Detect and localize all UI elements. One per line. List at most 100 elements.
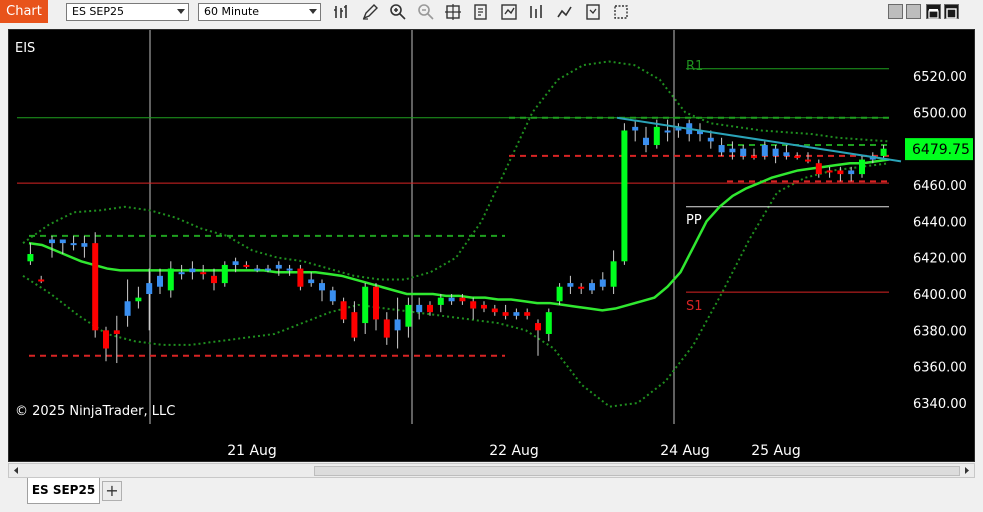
- price-axis-label: 6380.00: [913, 324, 967, 339]
- candle-body: [491, 308, 498, 313]
- last-price-marker: 6479.75: [905, 138, 973, 161]
- candle-body: [362, 286, 369, 324]
- candle-body: [254, 268, 261, 271]
- price-axis-label: 6460.00: [913, 179, 967, 194]
- candle-body: [859, 159, 865, 175]
- candle-body: [373, 286, 379, 320]
- chart-panel[interactable]: EIS © 2025 NinjaTrader, LLC R1 PP S1 652…: [8, 29, 975, 462]
- candle-body: [718, 145, 725, 153]
- candle-body: [232, 261, 239, 265]
- candle-body: [783, 152, 790, 156]
- candle-body: [405, 304, 412, 327]
- price-axis[interactable]: 6520.006500.006480.006460.006440.006420.…: [913, 70, 967, 412]
- strategies-icon[interactable]: [527, 2, 547, 22]
- scroll-left-icon[interactable]: [11, 464, 21, 477]
- candle-body: [653, 126, 660, 146]
- candle-body: [643, 137, 649, 146]
- candle-body: [707, 137, 714, 142]
- candle-body: [81, 243, 88, 247]
- candle-body: [545, 312, 552, 334]
- interval-value: 60 Minute: [204, 5, 260, 18]
- candle-body: [535, 323, 541, 331]
- restore-icon[interactable]: [888, 4, 903, 19]
- candle-body: [621, 130, 628, 262]
- candle-body: [502, 312, 509, 316]
- last-price-value: 6479.75: [912, 142, 970, 158]
- price-axis-label: 6520.00: [913, 70, 967, 85]
- pivot-r1-label: R1: [686, 59, 703, 74]
- candle-body: [275, 264, 282, 269]
- candle-body: [459, 297, 466, 302]
- chevron-down-icon: [177, 9, 185, 14]
- candle-body: [49, 239, 55, 244]
- candle-body: [265, 268, 271, 271]
- add-tab-button[interactable]: +: [102, 481, 122, 501]
- candle-body: [740, 148, 747, 156]
- indicators-icon[interactable]: [499, 2, 519, 22]
- candle-body: [38, 279, 45, 282]
- candle-body: [880, 148, 887, 156]
- pivot-s1-label: S1: [686, 299, 703, 314]
- candle-body: [297, 268, 304, 287]
- title-bar: Chart ES SEP25 60 Minute: [0, 0, 983, 24]
- draw-pencil-icon[interactable]: [360, 2, 380, 22]
- chart-trader-icon[interactable]: [555, 2, 575, 22]
- candle-body: [200, 272, 207, 275]
- candle-body: [524, 312, 531, 316]
- candle-body: [103, 330, 109, 349]
- candle-body: [146, 283, 153, 294]
- minimize-icon[interactable]: [906, 4, 921, 19]
- bar-type-icon[interactable]: [332, 2, 352, 22]
- candle-body: [340, 301, 347, 320]
- scrollbar-thumb[interactable]: [314, 466, 960, 476]
- candle-body: [59, 239, 66, 244]
- horizontal-scrollbar[interactable]: [8, 463, 975, 478]
- scroll-right-icon[interactable]: [962, 464, 972, 477]
- snapshot-icon[interactable]: [611, 2, 631, 22]
- price-axis-label: 6440.00: [913, 215, 967, 230]
- time-axis-label: 25 Aug: [751, 443, 801, 459]
- interval-selector[interactable]: 60 Minute: [198, 3, 321, 21]
- candle-body: [794, 155, 801, 158]
- tab-es-sep25[interactable]: ES SEP25: [27, 478, 100, 504]
- candle-body: [135, 297, 142, 302]
- candle-body: [729, 148, 736, 153]
- close-icon[interactable]: [944, 4, 959, 19]
- candle-body: [848, 170, 855, 175]
- data-box-icon[interactable]: [471, 2, 491, 22]
- properties-icon[interactable]: [583, 2, 603, 22]
- candle-body: [27, 254, 34, 262]
- chevron-down-icon: [309, 9, 317, 14]
- candle-body: [113, 330, 120, 334]
- price-axis-label: 6500.00: [913, 106, 967, 121]
- candle-body: [481, 304, 487, 309]
- price-axis-label: 6400.00: [913, 288, 967, 303]
- zoom-out-icon[interactable]: [416, 2, 436, 22]
- candle-body: [437, 297, 444, 305]
- candle-body: [513, 312, 520, 316]
- price-axis-label: 6420.00: [913, 252, 967, 267]
- candle-body: [837, 170, 844, 175]
- candle-body: [383, 319, 390, 338]
- candle-body: [189, 268, 196, 273]
- crosshair-icon[interactable]: [443, 2, 463, 22]
- candle-body: [567, 283, 574, 287]
- price-chart[interactable]: EIS © 2025 NinjaTrader, LLC R1 PP S1 652…: [9, 30, 976, 463]
- candle-body: [751, 155, 757, 158]
- time-axis[interactable]: 21 Aug 22 Aug 24 Aug 25 Aug: [227, 443, 801, 459]
- candle-body: [772, 148, 779, 156]
- window-label[interactable]: Chart: [0, 0, 48, 23]
- candle-body: [124, 301, 131, 316]
- candle-body: [157, 275, 163, 287]
- zoom-in-icon[interactable]: [388, 2, 408, 22]
- candle-body: [578, 286, 585, 289]
- instrument-selector[interactable]: ES SEP25: [66, 3, 189, 21]
- candle-body: [329, 290, 336, 302]
- price-axis-label: 6340.00: [913, 397, 967, 412]
- candle-body: [416, 304, 423, 313]
- candle-body: [556, 286, 563, 302]
- candle-body: [286, 268, 293, 271]
- maximize-icon[interactable]: [926, 4, 941, 19]
- candle-body: [308, 279, 315, 284]
- candle-body: [632, 126, 639, 131]
